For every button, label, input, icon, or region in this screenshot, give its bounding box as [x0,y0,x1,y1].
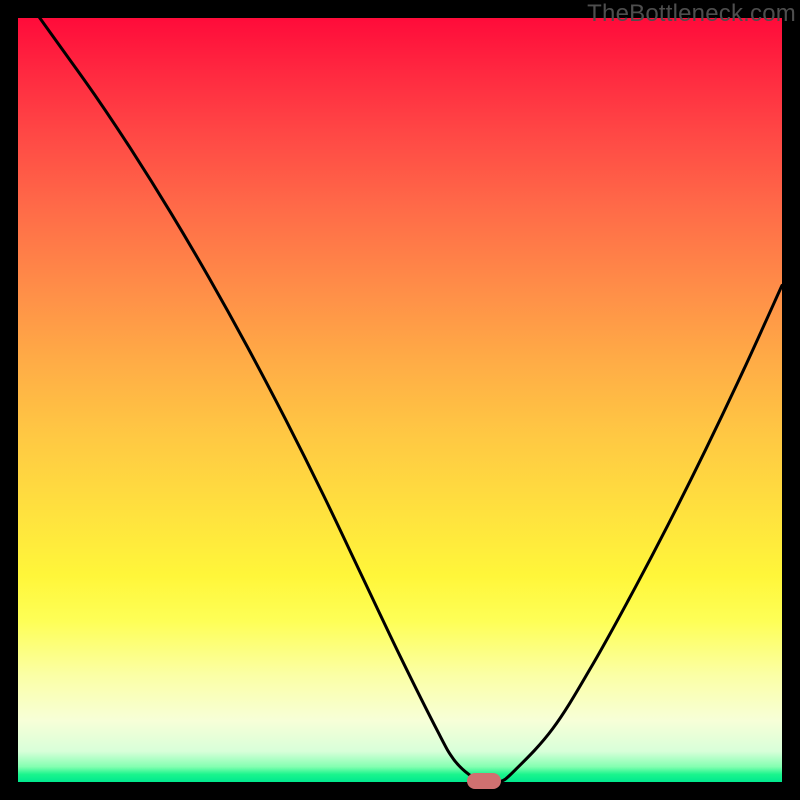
watermark-text: TheBottleneck.com [587,0,796,28]
curve-path [18,18,782,782]
chart-frame: TheBottleneck.com [0,0,800,800]
plot-area [18,18,782,782]
optimal-marker [467,773,501,788]
bottleneck-curve [18,18,782,782]
